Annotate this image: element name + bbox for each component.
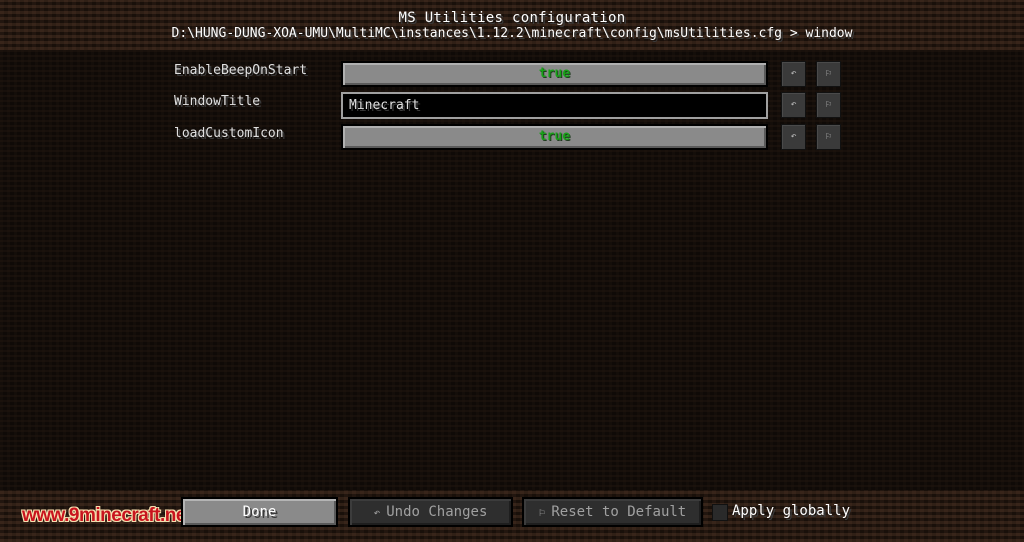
- undo-entry-button[interactable]: ↶: [781, 92, 806, 118]
- apply-globally-checkbox[interactable]: [712, 504, 728, 521]
- apply-globally-label[interactable]: Apply globally: [732, 503, 850, 519]
- reset-entry-button[interactable]: ⚐: [816, 61, 841, 87]
- undo-icon: ↶: [790, 68, 797, 79]
- done-button[interactable]: Done: [181, 497, 338, 527]
- watermark: www.9minecraft.net: [22, 505, 192, 526]
- undo-changes-label: Undo Changes: [386, 504, 488, 520]
- undo-icon: ↶: [790, 131, 797, 142]
- reset-default-icon: ⚐: [825, 131, 832, 142]
- config-entry-windowtitle: WindowTitle Minecraft ↶ ⚐: [0, 92, 1024, 119]
- config-path: D:\HUNG-DUNG-XOA-UMU\MultiMC\instances\1…: [171, 26, 853, 41]
- config-entry-enablebeeponstart: EnableBeepOnStart true ↶ ⚐: [0, 61, 1024, 87]
- reset-entry-button[interactable]: ⚐: [816, 124, 841, 150]
- undo-icon: ↶: [790, 99, 797, 110]
- reset-to-default-button[interactable]: ⚐ Reset to Default: [522, 497, 703, 527]
- reset-default-icon: ⚐: [538, 506, 546, 519]
- reset-to-default-label: Reset to Default: [551, 504, 687, 520]
- undo-icon: ↶: [373, 506, 381, 519]
- reset-default-icon: ⚐: [825, 99, 832, 110]
- enablebeeponstart-toggle[interactable]: true: [341, 61, 768, 87]
- config-entry-loadcustomicon: loadCustomIcon true ↶ ⚐: [0, 124, 1024, 150]
- undo-entry-button[interactable]: ↶: [781, 124, 806, 150]
- undo-entry-button[interactable]: ↶: [781, 61, 806, 87]
- entry-label: WindowTitle: [174, 94, 261, 109]
- reset-default-icon: ⚐: [825, 68, 832, 79]
- page-title: MS Utilities configuration: [398, 10, 626, 26]
- loadcustomicon-toggle[interactable]: true: [341, 124, 768, 150]
- windowtitle-input[interactable]: Minecraft: [341, 92, 768, 119]
- undo-changes-button[interactable]: ↶ Undo Changes: [348, 497, 513, 527]
- reset-entry-button[interactable]: ⚐: [816, 92, 841, 118]
- entry-label: loadCustomIcon: [174, 126, 284, 141]
- entry-label: EnableBeepOnStart: [174, 63, 308, 78]
